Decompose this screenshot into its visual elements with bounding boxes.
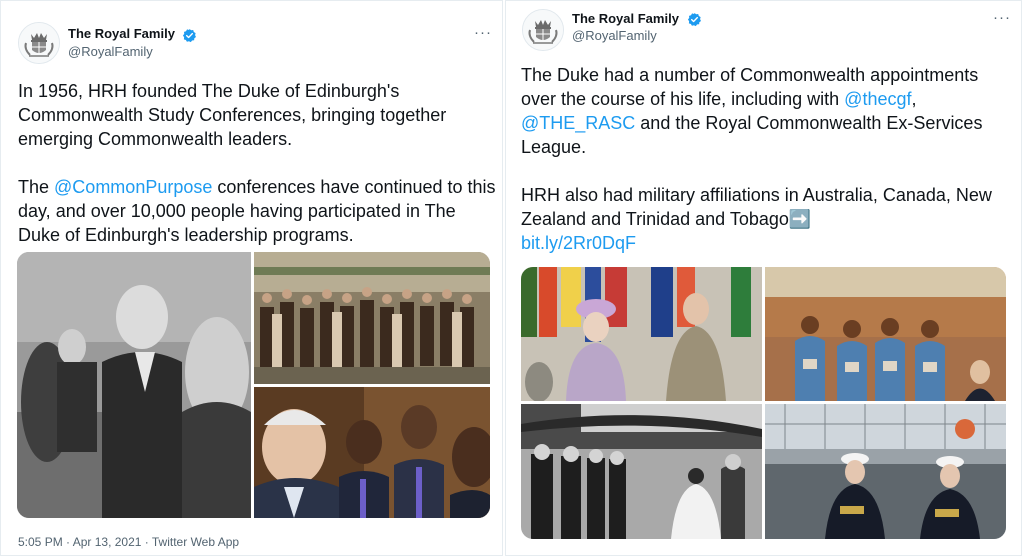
photo-queen-and-duke-flags[interactable] bbox=[521, 267, 762, 401]
media-grid[interactable] bbox=[521, 267, 1006, 539]
verified-badge-icon bbox=[687, 12, 701, 27]
tweet-paragraph-2: HRH also had military affiliations in Au… bbox=[521, 183, 1016, 255]
tweet-paragraph-2: The @CommonPurpose conferences have cont… bbox=[18, 175, 498, 247]
tweet-right[interactable]: The Royal Family @RoyalFamily ··· The Du… bbox=[505, 0, 1022, 556]
photo-military-inspection-bw[interactable] bbox=[521, 404, 762, 539]
arrow-right-emoji-icon: ➡️ bbox=[788, 209, 812, 229]
mention-link-the-rasc[interactable]: @THE_RASC bbox=[521, 113, 635, 133]
mention-link-commonpurpose[interactable]: @CommonPurpose bbox=[54, 177, 212, 197]
tweet-paragraph-1: In 1956, HRH founded The Duke of Edinbur… bbox=[18, 81, 447, 149]
photo-duke-conference-bw[interactable] bbox=[17, 252, 251, 518]
tweet-text: In 1956, HRH founded The Duke of Edinbur… bbox=[18, 79, 498, 247]
meta-separator: · bbox=[62, 535, 73, 549]
tweet-time[interactable]: 5:05 PM bbox=[18, 535, 63, 549]
tweet-left[interactable]: The Royal Family @RoyalFamily ··· In 195… bbox=[0, 0, 503, 556]
tweet-date[interactable]: Apr 13, 2021 bbox=[73, 535, 142, 549]
meta-separator: · bbox=[141, 535, 152, 549]
display-name[interactable]: The Royal Family bbox=[68, 26, 175, 41]
text-segment: , bbox=[911, 89, 917, 109]
photo-duke-greeting[interactable] bbox=[254, 387, 490, 518]
tweet-meta: 5:05 PM · Apr 13, 2021 · Twitter Web App bbox=[18, 535, 239, 549]
text-segment: HRH also had military affiliations in Au… bbox=[521, 185, 992, 229]
photo-naval-officers[interactable] bbox=[765, 404, 1006, 539]
handle[interactable]: @RoyalFamily bbox=[68, 44, 153, 59]
handle[interactable]: @RoyalFamily bbox=[572, 28, 657, 43]
photo-group-conference[interactable] bbox=[254, 252, 490, 384]
display-name[interactable]: The Royal Family bbox=[572, 11, 679, 26]
more-options-icon[interactable]: ··· bbox=[993, 9, 1011, 26]
text-segment: The bbox=[18, 177, 55, 197]
royal-crest-avatar-icon[interactable] bbox=[522, 9, 564, 51]
photo-athletes-stadium[interactable] bbox=[765, 267, 1006, 401]
more-options-icon[interactable]: ··· bbox=[474, 24, 492, 41]
mention-link-thecgf[interactable]: @thecgf bbox=[844, 89, 911, 109]
verified-badge-icon bbox=[182, 28, 196, 43]
tweet-paragraph-1: The Duke had a number of Commonwealth ap… bbox=[521, 63, 1016, 159]
tweet-client: Twitter Web App bbox=[151, 535, 240, 549]
royal-crest-avatar-icon[interactable] bbox=[18, 22, 60, 64]
media-grid[interactable] bbox=[17, 252, 490, 518]
url-link[interactable]: bit.ly/2Rr0DqF bbox=[521, 233, 636, 253]
tweet-text: The Duke had a number of Commonwealth ap… bbox=[521, 63, 1016, 255]
